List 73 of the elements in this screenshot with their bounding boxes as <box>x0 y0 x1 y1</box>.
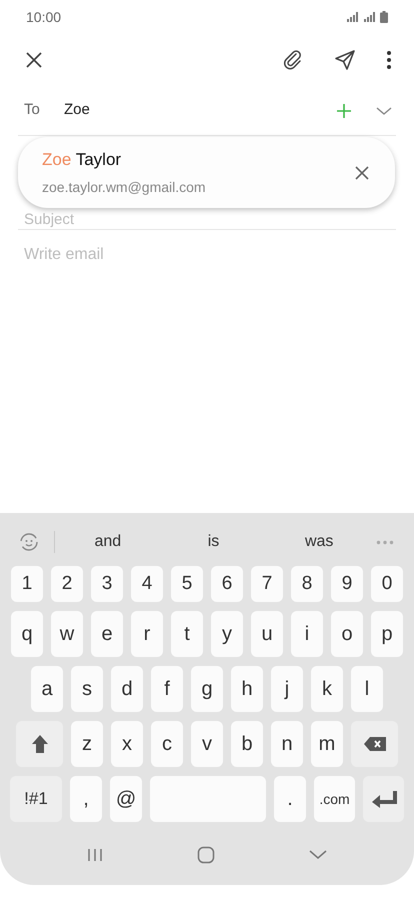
key[interactable]: z <box>71 721 103 767</box>
to-label: To <box>23 100 41 120</box>
key[interactable]: e <box>91 611 123 657</box>
key[interactable]: y <box>211 611 243 657</box>
key[interactable]: l <box>351 666 383 712</box>
contact-email: zoe.taylor.wm@gmail.com <box>42 178 207 197</box>
smiley-icon <box>18 531 40 553</box>
key[interactable]: 5 <box>171 566 203 602</box>
word-suggestion[interactable]: and <box>55 526 161 558</box>
send-icon <box>334 49 356 71</box>
key[interactable]: 4 <box>131 566 163 602</box>
backspace-icon <box>364 737 386 751</box>
contact-name: Zoe Taylor <box>42 149 122 172</box>
shift-key[interactable] <box>16 721 63 767</box>
key[interactable]: o <box>331 611 363 657</box>
domain-key[interactable]: .com <box>314 776 355 822</box>
key[interactable]: f <box>151 666 183 712</box>
recipient-field[interactable]: Zoe <box>64 99 332 122</box>
up-arrow-icon <box>30 734 48 754</box>
key[interactable]: a <box>31 666 63 712</box>
key[interactable]: . <box>274 776 306 822</box>
key[interactable]: 9 <box>331 566 363 602</box>
close-icon <box>26 52 42 68</box>
key[interactable]: d <box>111 666 143 712</box>
close-icon <box>355 166 369 180</box>
key[interactable]: p <box>371 611 403 657</box>
key[interactable]: g <box>191 666 223 712</box>
key[interactable]: t <box>171 611 203 657</box>
key[interactable]: w <box>51 611 83 657</box>
word-suggestion[interactable]: was <box>266 526 372 558</box>
key[interactable]: 0 <box>371 566 403 602</box>
key[interactable]: 8 <box>291 566 323 602</box>
backspace-key[interactable] <box>351 721 398 767</box>
battery-icon <box>380 11 388 23</box>
key[interactable]: b <box>231 721 263 767</box>
key[interactable]: j <box>271 666 303 712</box>
key[interactable]: x <box>111 721 143 767</box>
key[interactable]: m <box>311 721 343 767</box>
key[interactable]: 3 <box>91 566 123 602</box>
key[interactable]: 2 <box>51 566 83 602</box>
chevron-down-icon <box>376 106 392 116</box>
enter-icon <box>370 790 396 808</box>
key[interactable]: q <box>11 611 43 657</box>
signal-icon <box>363 12 376 22</box>
more-icon <box>386 50 392 70</box>
body-field[interactable]: Write email <box>18 230 396 280</box>
key[interactable]: v <box>191 721 223 767</box>
subject-field[interactable]: Subject <box>18 209 396 229</box>
key[interactable]: i <box>291 611 323 657</box>
key[interactable]: 6 <box>211 566 243 602</box>
key[interactable]: 7 <box>251 566 283 602</box>
signal-icon <box>346 12 359 22</box>
symbols-key[interactable]: !#1 <box>10 776 62 822</box>
key[interactable]: r <box>131 611 163 657</box>
key[interactable]: c <box>151 721 183 767</box>
key[interactable]: , <box>70 776 102 822</box>
key[interactable]: @ <box>110 776 142 822</box>
contact-suggestion-menu[interactable]: Zoe Taylor zoe.taylor.wm@gmail.com <box>18 137 395 208</box>
key[interactable]: u <box>251 611 283 657</box>
paperclip-icon <box>282 49 304 71</box>
key[interactable]: k <box>311 666 343 712</box>
plus-icon <box>336 102 352 118</box>
more-icon <box>376 540 394 544</box>
home-icon[interactable] <box>197 846 215 864</box>
recent-apps-icon[interactable] <box>87 848 103 862</box>
key[interactable]: 1 <box>11 566 43 602</box>
key[interactable]: n <box>271 721 303 767</box>
chevron-down-icon[interactable] <box>309 850 327 860</box>
key[interactable]: h <box>231 666 263 712</box>
enter-key[interactable] <box>363 776 404 822</box>
key[interactable]: s <box>71 666 103 712</box>
word-suggestion[interactable]: is <box>160 526 266 558</box>
clock-text: 10:00 <box>26 8 62 26</box>
